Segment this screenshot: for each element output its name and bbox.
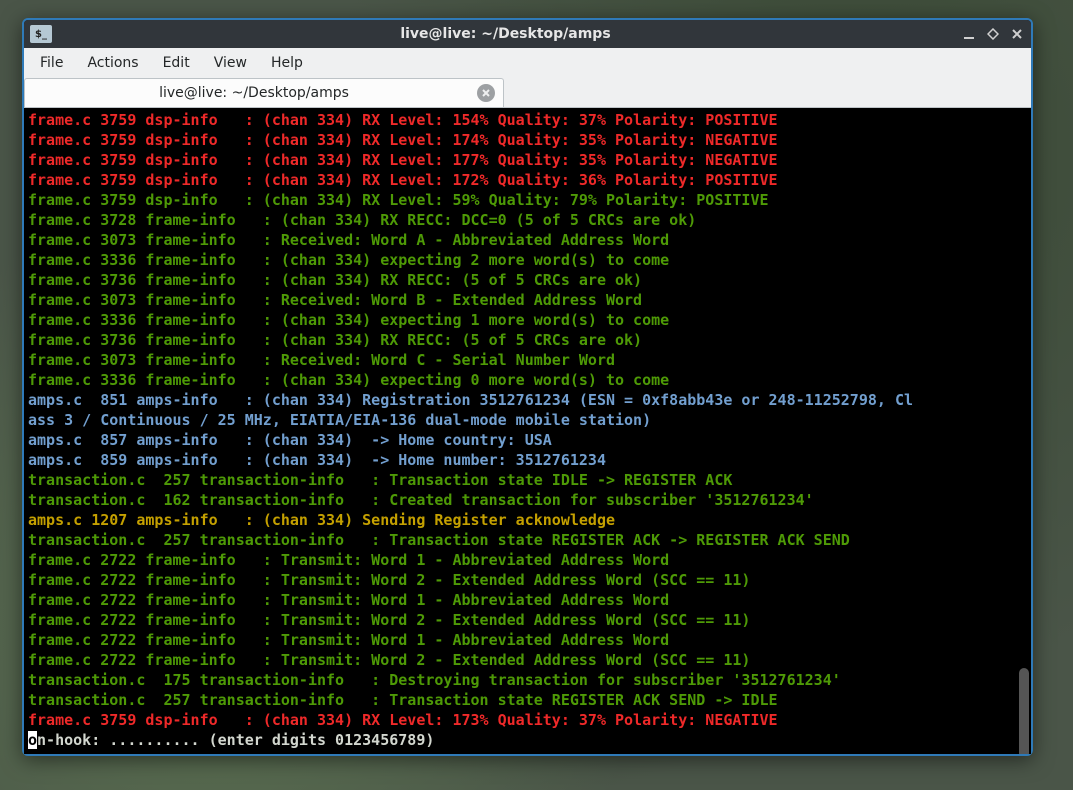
terminal-line: frame.c 2722 frame-info : Transmit: Word…: [28, 551, 669, 569]
terminal-line: frame.c 3759 dsp-info : (chan 334) RX Le…: [28, 131, 778, 149]
tab-close-icon[interactable]: [477, 84, 495, 102]
tab-title: live@live: ~/Desktop/amps: [41, 85, 467, 101]
terminal-app-icon: $_: [30, 25, 52, 43]
terminal-line: frame.c 3073 frame-info : Received: Word…: [28, 291, 642, 309]
window-title: live@live: ~/Desktop/amps: [52, 26, 959, 42]
terminal-line: transaction.c 257 transaction-info : Tra…: [28, 691, 778, 709]
terminal-line: frame.c 3073 frame-info : Received: Word…: [28, 231, 669, 249]
terminal-line: transaction.c 257 transaction-info : Tra…: [28, 471, 732, 489]
terminal-line: frame.c 3759 dsp-info : (chan 334) RX Le…: [28, 711, 778, 729]
terminal-line: frame.c 3728 frame-info : (chan 334) RX …: [28, 211, 696, 229]
terminal-line: frame.c 3336 frame-info : (chan 334) exp…: [28, 371, 669, 389]
terminal-line: frame.c 2722 frame-info : Transmit: Word…: [28, 611, 750, 629]
terminal-line: frame.c 3336 frame-info : (chan 334) exp…: [28, 251, 669, 269]
terminal-line: amps.c 859 amps-info : (chan 334) -> Hom…: [28, 451, 606, 469]
menubar: File Actions Edit View Help: [24, 48, 1031, 78]
tab-active[interactable]: live@live: ~/Desktop/amps: [24, 78, 504, 107]
terminal-line: amps.c 857 amps-info : (chan 334) -> Hom…: [28, 431, 552, 449]
terminal-line: frame.c 2722 frame-info : Transmit: Word…: [28, 651, 750, 669]
menu-edit[interactable]: Edit: [151, 51, 202, 75]
terminal-line: frame.c 2722 frame-info : Transmit: Word…: [28, 591, 669, 609]
menu-help[interactable]: Help: [259, 51, 315, 75]
terminal-line: frame.c 3759 dsp-info : (chan 334) RX Le…: [28, 191, 769, 209]
terminal-line: frame.c 2722 frame-info : Transmit: Word…: [28, 571, 750, 589]
terminal-line: frame.c 3759 dsp-info : (chan 334) RX Le…: [28, 111, 778, 129]
terminal-cursor: o: [28, 731, 37, 749]
terminal-line: frame.c 3073 frame-info : Received: Word…: [28, 351, 615, 369]
terminal-output: frame.c 3759 dsp-info : (chan 334) RX Le…: [28, 110, 1027, 750]
terminal-line: frame.c 3736 frame-info : (chan 334) RX …: [28, 271, 642, 289]
terminal-line: frame.c 3759 dsp-info : (chan 334) RX Le…: [28, 171, 778, 189]
terminal-window: $_ live@live: ~/Desktop/amps File Action…: [22, 18, 1033, 756]
terminal-line: amps.c 851 amps-info : (chan 334) Regist…: [28, 391, 913, 409]
terminal-line: frame.c 3736 frame-info : (chan 334) RX …: [28, 331, 642, 349]
terminal-line: amps.c 1207 amps-info : (chan 334) Sendi…: [28, 511, 615, 529]
terminal-line: ass 3 / Continuous / 25 MHz, EIATIA/EIA-…: [28, 411, 651, 429]
tabbar: live@live: ~/Desktop/amps: [24, 78, 1031, 108]
terminal-viewport[interactable]: frame.c 3759 dsp-info : (chan 334) RX Le…: [24, 108, 1031, 754]
terminal-line: frame.c 3336 frame-info : (chan 334) exp…: [28, 311, 669, 329]
terminal-line: transaction.c 162 transaction-info : Cre…: [28, 491, 814, 509]
terminal-prompt-rest: n-hook: .......... (enter digits 0123456…: [37, 731, 434, 749]
terminal-line: frame.c 2722 frame-info : Transmit: Word…: [28, 631, 669, 649]
menu-view[interactable]: View: [202, 51, 259, 75]
menu-file[interactable]: File: [28, 51, 75, 75]
menu-actions[interactable]: Actions: [75, 51, 150, 75]
terminal-line: transaction.c 175 transaction-info : Des…: [28, 671, 841, 689]
maximize-button[interactable]: [983, 24, 1003, 44]
terminal-line: frame.c 3759 dsp-info : (chan 334) RX Le…: [28, 151, 778, 169]
close-button[interactable]: [1007, 24, 1027, 44]
minimize-button[interactable]: [959, 24, 979, 44]
terminal-line: transaction.c 257 transaction-info : Tra…: [28, 531, 850, 549]
scrollbar-thumb[interactable]: [1019, 668, 1029, 754]
titlebar[interactable]: $_ live@live: ~/Desktop/amps: [24, 20, 1031, 48]
terminal-prompt-line[interactable]: on-hook: .......... (enter digits 012345…: [28, 731, 434, 749]
